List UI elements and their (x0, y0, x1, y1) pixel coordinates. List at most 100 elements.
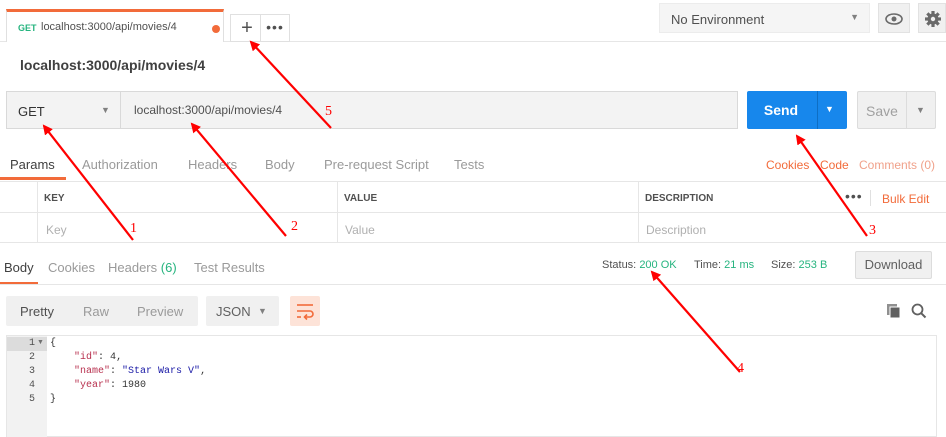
view-mode-group: Pretty Raw Preview (6, 296, 198, 326)
json-string: "Star Wars V" (122, 366, 201, 377)
copy-icon[interactable] (885, 302, 903, 320)
eye-icon (885, 13, 903, 25)
tab-controls: + ••• (230, 14, 290, 42)
response-tab-headers[interactable]: Headers (6) (108, 260, 177, 275)
line-number: 4 (28, 380, 35, 391)
copy-icon-glyph (887, 304, 901, 319)
save-button-label: Save (866, 103, 898, 119)
send-button[interactable]: Send ▼ (747, 91, 847, 129)
table-more-button[interactable]: ••• (845, 188, 863, 204)
wrap-lines-button[interactable] (290, 296, 320, 326)
status-label: Status: (602, 259, 637, 271)
comments-link[interactable]: Comments (0) (859, 158, 935, 172)
json-key: "id" (74, 352, 99, 363)
headers-count-badge: (6) (160, 260, 177, 275)
environment-quick-look-button[interactable] (878, 3, 910, 33)
unsaved-indicator-dot (212, 25, 220, 33)
response-tabs-divider (0, 284, 946, 285)
wrap-lines-icon (297, 304, 314, 321)
language-select[interactable]: JSON ▼ (206, 296, 279, 326)
code-line: "year": 1980 (74, 380, 147, 391)
response-status: Status: 200 OK (602, 259, 677, 271)
cookies-link[interactable]: Cookies (766, 158, 809, 172)
send-button-divider (817, 91, 818, 129)
method-select[interactable]: GET ▼ (6, 91, 120, 129)
line-number: 1 (28, 338, 35, 349)
caret-down-icon: ▼ (101, 105, 110, 115)
request-tab[interactable]: GET localhost:3000/api/movies/4 (6, 9, 224, 42)
method-select-value: GET (18, 104, 45, 119)
download-button[interactable]: Download (855, 251, 932, 279)
close-brace: } (50, 394, 57, 405)
tab-authorization[interactable]: Authorization (82, 157, 158, 172)
caret-down-icon: ▼ (850, 12, 859, 22)
view-raw-button[interactable]: Raw (83, 304, 109, 319)
open-brace: { (50, 338, 57, 349)
response-size: Size: 253 B (771, 259, 827, 271)
gear-icon (925, 11, 941, 27)
column-header-key: KEY (44, 193, 65, 204)
save-button-divider (906, 92, 907, 128)
fold-caret-icon[interactable]: ▼ (37, 339, 44, 346)
line-number: 3 (28, 366, 35, 377)
tab-method-label: GET (18, 23, 37, 33)
code-line: { (50, 338, 56, 349)
response-tab-body[interactable]: Body (4, 260, 34, 275)
tab-pre-request-script[interactable]: Pre-request Script (324, 157, 429, 172)
param-value-input[interactable]: Value (345, 223, 375, 237)
language-select-value: JSON (216, 304, 251, 319)
code-line: "id": 4, (74, 352, 123, 363)
table-row-divider (0, 212, 946, 213)
send-options-caret-icon[interactable]: ▼ (825, 104, 834, 114)
request-name[interactable]: localhost:3000/api/movies/4 (20, 57, 205, 73)
search-icon[interactable] (910, 302, 928, 320)
save-options-caret-icon[interactable]: ▼ (916, 105, 925, 115)
param-description-input[interactable]: Description (646, 223, 706, 237)
response-body-editor[interactable]: 1 ▼ 2 3 4 5 { "id": 4, "name": "Star War… (6, 335, 937, 437)
code-link[interactable]: Code (820, 158, 849, 172)
save-button[interactable]: Save ▼ (857, 91, 936, 129)
environment-select[interactable]: No Environment ▼ (659, 3, 870, 33)
json-key: "year" (74, 380, 111, 391)
param-key-input[interactable]: Key (46, 223, 67, 237)
code-line: "name": "Star Wars V", (74, 366, 207, 377)
json-number: 1980 (122, 380, 147, 391)
search-icon-glyph (911, 303, 927, 319)
line-number: 2 (28, 352, 35, 363)
column-header-value: VALUE (344, 193, 378, 204)
url-input[interactable] (120, 91, 738, 129)
tab-body[interactable]: Body (265, 157, 295, 172)
active-tab-indicator (0, 177, 66, 180)
response-tab-test-results[interactable]: Test Results (194, 260, 265, 275)
view-preview-button[interactable]: Preview (137, 304, 183, 319)
bulk-edit-link[interactable]: Bulk Edit (882, 192, 929, 206)
status-value[interactable]: 200 OK (639, 259, 676, 271)
tab-headers[interactable]: Headers (188, 157, 237, 172)
manage-environments-button[interactable] (918, 3, 946, 33)
tab-title: localhost:3000/api/movies/4 (41, 21, 177, 33)
response-tab-cookies[interactable]: Cookies (48, 260, 95, 275)
line-number: 5 (28, 394, 35, 405)
response-tab-headers-label: Headers (108, 260, 158, 275)
json-key: "name" (74, 366, 111, 377)
send-button-label: Send (763, 102, 799, 118)
table-toolbar-divider (870, 190, 871, 206)
size-value[interactable]: 253 B (799, 259, 828, 271)
tab-params[interactable]: Params (10, 157, 55, 172)
time-label: Time: (694, 259, 722, 271)
view-pretty-button[interactable]: Pretty (20, 304, 54, 319)
line-number-gutter: 1 ▼ 2 3 4 5 (7, 336, 47, 437)
time-value[interactable]: 21 ms (724, 259, 754, 271)
code-line: } (50, 394, 56, 405)
caret-down-icon: ▼ (258, 306, 267, 316)
column-header-description: DESCRIPTION (645, 193, 714, 204)
tab-more-button[interactable]: ••• (264, 19, 286, 35)
environment-select-value: No Environment (671, 12, 765, 27)
new-tab-button[interactable]: + (236, 17, 258, 39)
params-table: KEY VALUE DESCRIPTION ••• Bulk Edit Key … (0, 181, 946, 243)
tab-controls-divider (260, 15, 261, 42)
json-number: 4 (110, 352, 117, 363)
response-time: Time: 21 ms (694, 259, 754, 271)
tab-tests[interactable]: Tests (454, 157, 484, 172)
size-label: Size: (771, 259, 796, 271)
